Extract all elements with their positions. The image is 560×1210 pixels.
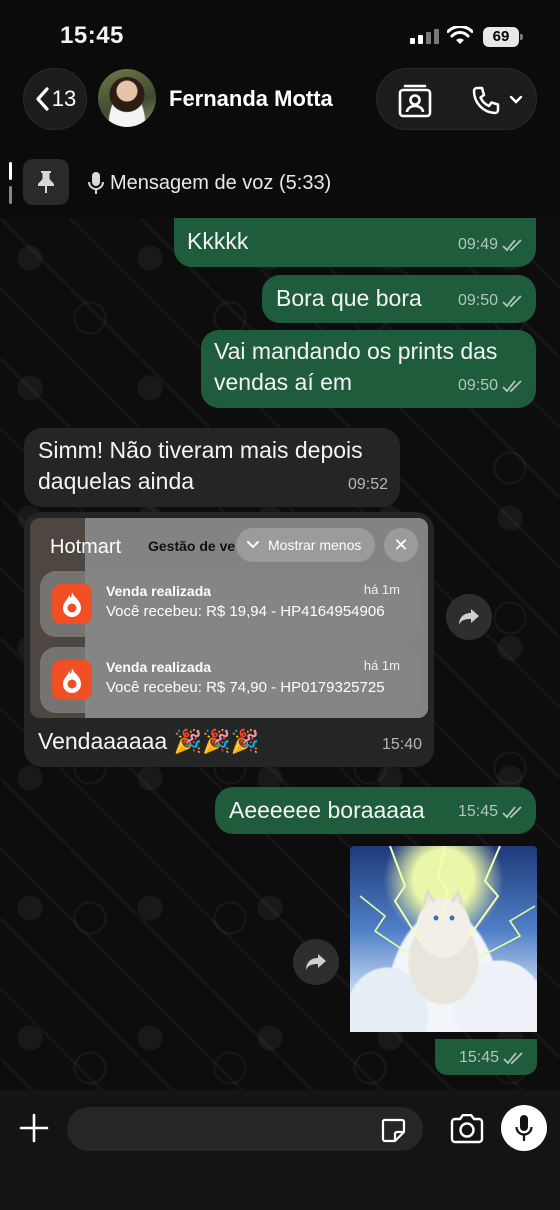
notification-body: Você recebeu: R$ 74,90 - HP0179325725 [106,679,385,696]
read-receipt-icon [503,1052,523,1065]
back-button[interactable]: 13 [23,68,87,130]
notification-title: Venda realizada [106,659,212,675]
forward-arrow-icon [306,954,326,970]
screenshot-subtitle: Gestão de ve [148,538,236,554]
sent-image-lightning-cat[interactable] [350,846,537,1032]
message-time: 15:40 [381,736,422,753]
chevron-left-icon [36,87,49,111]
notification-body: Você recebeu: R$ 19,94 - HP4164954906 [106,603,385,620]
message-input[interactable] [67,1107,423,1151]
close-icon: ✕ [384,528,418,562]
message-time: 09:49 [457,236,498,253]
read-receipt-icon [502,805,522,818]
message-meta: 15:40 [382,729,422,760]
chevron-down-icon[interactable] [509,95,523,105]
unread-count: 13 [51,86,77,111]
message-time: 15:45 [457,803,498,820]
read-receipt-icon [502,294,522,307]
contact-name[interactable]: Fernanda Motta [169,86,333,112]
message-meta: 09:52 [348,469,388,500]
message-meta: 09:50 [458,370,524,401]
avatar[interactable] [98,69,156,127]
pin-position-indicator [9,162,13,204]
call-actions [376,68,537,130]
microphone-icon [515,1115,533,1141]
pinned-message-preview: Mensagem de voz (5:33) [88,171,331,195]
status-time: 15:45 [60,22,124,49]
forward-button[interactable] [293,939,339,985]
notification-age: há 1m [363,582,400,597]
message-text: Bora que bora [276,285,422,311]
camera-icon[interactable] [449,1114,485,1144]
message-text: Aeeeeee boraaaaa [229,797,425,823]
message-meta: 15:45 [458,796,524,827]
battery-indicator: 69 [483,27,523,47]
message-composer [0,1090,560,1210]
notification-card: Venda realizada Você recebeu: R$ 74,90 -… [40,647,418,713]
forward-arrow-icon [459,609,479,625]
image-timestamp-bar: 15:45 [435,1039,537,1075]
message-bubble-outgoing[interactable]: Kkkkk 09:49 [174,218,536,267]
phone-icon[interactable] [471,86,503,116]
notification-screenshot[interactable]: Hotmart Gestão de ve Mostrar menos ✕ Ven… [30,518,428,718]
message-bubble-outgoing[interactable]: Aeeeeee boraaaaa 15:45 [215,787,536,834]
message-time: 09:50 [457,292,498,309]
pin-icon [38,171,54,193]
microphone-icon [88,172,104,194]
cellular-signal-icon [410,29,439,44]
chat-header: 13 Fernanda Motta [0,66,560,132]
wifi-icon [447,26,473,44]
read-receipt-icon [502,238,522,251]
hotmart-flame-icon [52,584,92,624]
message-bubble-outgoing[interactable]: Bora que bora 09:50 [262,275,536,323]
read-receipt-icon [502,379,522,392]
message-text: Kkkkk [187,228,249,254]
message-bubble-outgoing[interactable]: Vai mandando os prints das vendas aí em … [201,330,536,408]
message-time: 09:52 [347,476,388,493]
plus-icon[interactable] [18,1112,50,1144]
notification-title: Venda realizada [106,583,212,599]
hotmart-flame-icon [52,660,92,700]
sticker-icon[interactable] [380,1117,406,1143]
message-time: 09:50 [457,377,498,394]
show-less-button: Mostrar menos [236,528,376,562]
forward-button[interactable] [446,594,492,640]
message-text: Simm! Não tiveram mais depois daquelas a… [38,437,363,494]
chevron-down-icon [247,541,259,549]
image-caption: Vendaaaaaa 🎉🎉🎉 [38,728,260,754]
message-text: Vai mandando os prints das vendas aí em [214,338,498,395]
message-bubble-incoming[interactable]: Simm! Não tiveram mais depois daquelas a… [24,428,400,507]
message-meta: 15:45 [459,1049,525,1067]
screenshot-brand: Hotmart [50,536,122,558]
notification-card: Venda realizada Você recebeu: R$ 19,94 -… [40,571,418,637]
voice-record-button[interactable] [501,1105,547,1151]
notification-age: há 1m [363,658,400,673]
video-call-icon[interactable] [397,83,433,119]
pinned-text: Mensagem de voz (5:33) [110,171,332,194]
pin-button[interactable] [23,159,69,205]
status-bar: 15:45 69 [0,0,560,64]
pinned-message-bar[interactable]: Mensagem de voz (5:33) [0,150,560,218]
message-meta: 09:50 [458,285,524,316]
message-time: 15:45 [458,1049,499,1066]
message-meta: 09:49 [458,229,524,260]
